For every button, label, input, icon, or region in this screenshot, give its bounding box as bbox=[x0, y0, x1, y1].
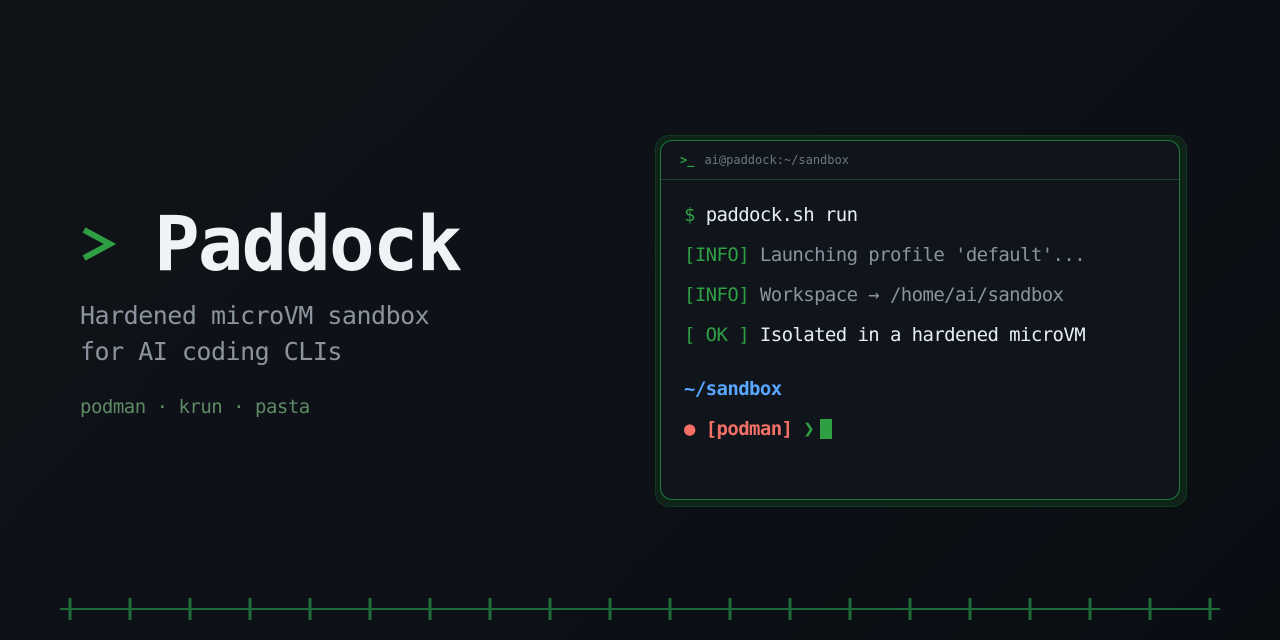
terminal-prompt-icon: >_ bbox=[680, 153, 695, 167]
log-level-info: [INFO] bbox=[684, 284, 750, 306]
log-level-info: [INFO] bbox=[684, 244, 750, 266]
terminal-body[interactable]: $ paddock.sh run [INFO] Launching profil… bbox=[661, 180, 1179, 454]
terminal-window[interactable]: >_ ai@paddock:~/sandbox $ paddock.sh run… bbox=[660, 140, 1180, 500]
terminal-line: [INFO] Workspace → /home/ai/sandbox bbox=[684, 280, 1179, 320]
container-context: [podman] bbox=[705, 418, 793, 440]
log-message: Launching profile 'default'... bbox=[759, 244, 1086, 266]
log-message: Isolated in a hardened microVM bbox=[759, 324, 1086, 346]
block-cursor-icon bbox=[820, 419, 833, 439]
status-dot-icon: ● bbox=[684, 418, 695, 440]
tech-stack: podman · krun · pasta bbox=[80, 396, 310, 418]
current-directory: ~/sandbox bbox=[684, 378, 782, 400]
chevron-right-icon bbox=[82, 227, 116, 261]
terminal-line: [INFO] Launching profile 'default'... bbox=[684, 240, 1179, 280]
prompt-chevron-icon: ❯ bbox=[803, 418, 815, 440]
terminal-title: ai@paddock:~/sandbox bbox=[704, 153, 849, 167]
tagline-line-1: Hardened microVM sandbox bbox=[80, 301, 430, 330]
log-level-ok: [ OK ] bbox=[684, 324, 750, 346]
tagline: Hardened microVM sandbox for AI coding C… bbox=[80, 298, 460, 370]
command-text: paddock.sh run bbox=[705, 204, 858, 226]
brand-title-row: Paddock bbox=[80, 196, 462, 292]
shell-prompt-symbol: $ bbox=[684, 204, 695, 226]
brand-section: Paddock Hardened microVM sandbox for AI … bbox=[80, 196, 462, 419]
prompt-line[interactable]: ● [podman] ❯ bbox=[684, 414, 1179, 454]
decorative-ruler bbox=[60, 598, 1220, 620]
tagline-line-2: for AI coding CLIs bbox=[80, 337, 342, 366]
terminal-line: [ OK ] Isolated in a hardened microVM bbox=[684, 320, 1179, 360]
log-message: Workspace → /home/ai/sandbox bbox=[759, 284, 1064, 306]
app-title: Paddock bbox=[154, 199, 462, 288]
terminal-header: >_ ai@paddock:~/sandbox bbox=[661, 141, 1179, 180]
terminal-line: $ paddock.sh run bbox=[684, 200, 1179, 240]
cwd-line: ~/sandbox bbox=[684, 374, 1179, 414]
